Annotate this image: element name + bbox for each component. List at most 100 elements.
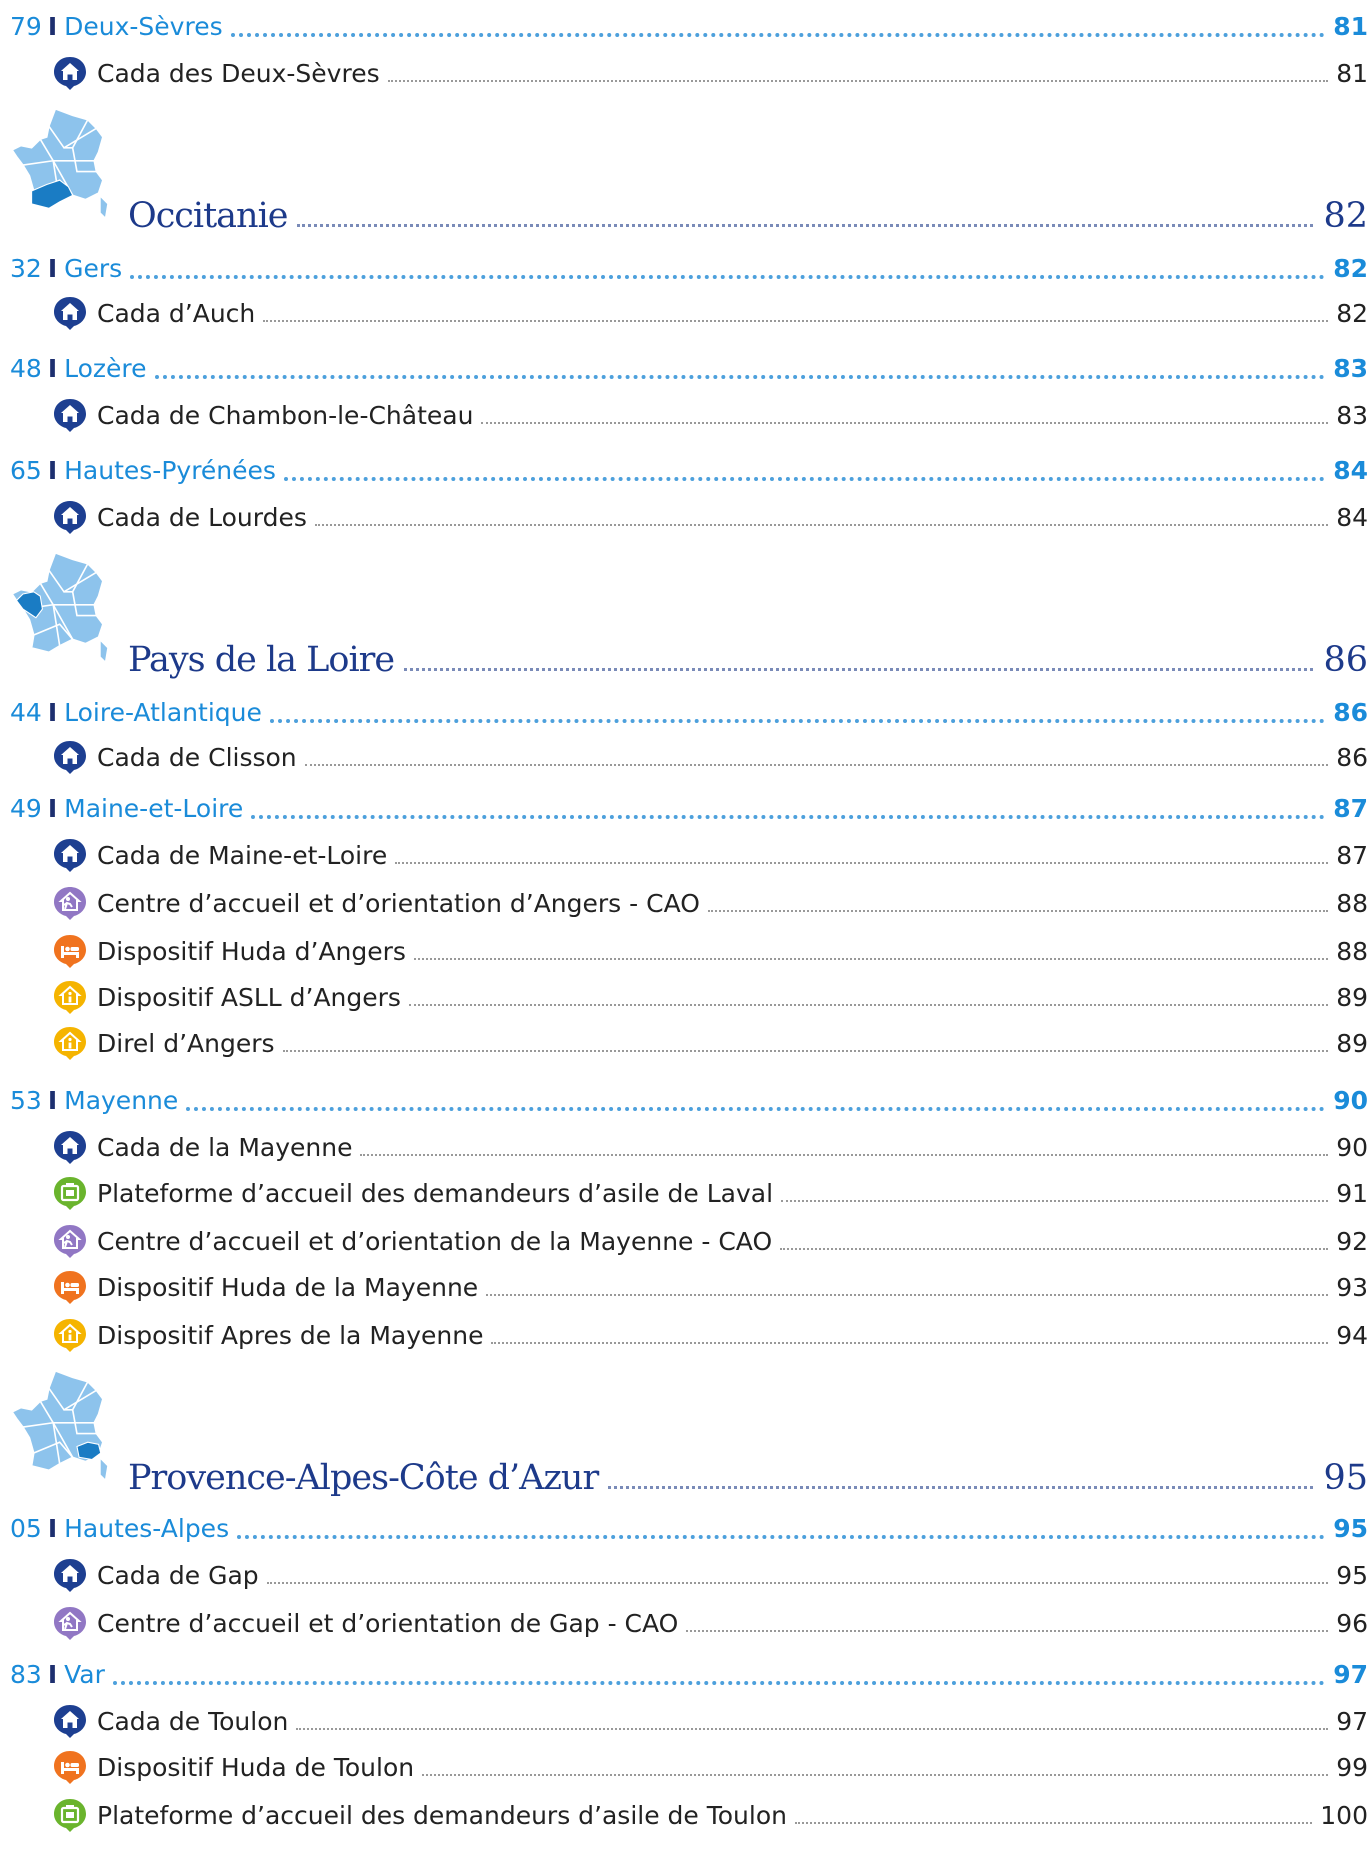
house-pin-icon — [54, 501, 86, 534]
region-name: Provence-Alpes-Côte d’Azur — [128, 1458, 599, 1498]
separator: I — [47, 1659, 58, 1689]
dot-leader — [296, 1728, 1329, 1730]
toc-entry[interactable]: Dispositif ASLL d’Angers 89 — [52, 976, 1368, 1018]
page-number: 94 — [1336, 1320, 1368, 1350]
department-code: 49 — [10, 793, 42, 823]
toc-entry[interactable]: Centre d’accueil et d’orientation d’Ange… — [52, 882, 1368, 924]
info-house-pin-icon — [54, 1319, 86, 1352]
region-header[interactable]: Pays de la Loire 86 — [10, 548, 1368, 680]
page-number: 91 — [1336, 1178, 1368, 1208]
department-code: 83 — [10, 1659, 42, 1689]
region-title-line: Occitanie 82 — [128, 196, 1368, 236]
toc-entry[interactable]: Plateforme d’accueil des demandeurs d’as… — [52, 1172, 1368, 1214]
entry-title: Centre d’accueil et d’orientation de Gap… — [97, 1608, 679, 1638]
department-row[interactable]: 49 I Maine-et-Loire 87 — [10, 786, 1368, 830]
department-row[interactable]: 65 I Hautes-Pyrénées 84 — [10, 448, 1368, 492]
toc-entry[interactable]: Dispositif Huda de la Mayenne 93 — [52, 1266, 1368, 1308]
department-label: 44 I Loire-Atlantique — [10, 698, 262, 727]
separator: I — [47, 11, 58, 41]
page-number: 93 — [1336, 1272, 1368, 1302]
page-number: 100 — [1320, 1800, 1368, 1830]
department-row[interactable]: 53 I Mayenne 90 — [10, 1078, 1368, 1122]
region-name: Pays de la Loire — [128, 640, 395, 680]
toc-entry[interactable]: Direl d’Angers 89 — [52, 1022, 1368, 1064]
dot-leader — [387, 80, 1329, 82]
department-label: 65 I Hautes-Pyrénées — [10, 456, 276, 485]
department-name: Loire-Atlantique — [64, 697, 262, 727]
dot-leader — [112, 1681, 1326, 1685]
department-label: 48 I Lozère — [10, 354, 147, 383]
department-code: 05 — [10, 1513, 42, 1543]
department-row[interactable]: 83 I Var 97 — [10, 1652, 1368, 1696]
toc-entry[interactable]: Cada de la Mayenne 90 — [52, 1126, 1368, 1168]
entry-title: Dispositif Huda de Toulon — [97, 1752, 415, 1782]
department-row[interactable]: 44 I Loire-Atlantique 86 — [10, 690, 1368, 734]
toc-entry[interactable]: Dispositif Apres de la Mayenne 94 — [52, 1314, 1368, 1356]
department-row[interactable]: 79 I Deux-Sèvres 81 — [10, 4, 1368, 48]
dot-leader — [251, 815, 1326, 819]
department-code: 48 — [10, 353, 42, 383]
dot-leader — [408, 1004, 1329, 1006]
toc-entry[interactable]: Plateforme d’accueil des demandeurs d’as… — [52, 1794, 1368, 1836]
page-number: 81 — [1336, 58, 1368, 88]
department-row[interactable]: 05 I Hautes-Alpes 95 — [10, 1506, 1368, 1550]
dot-leader — [282, 1050, 1329, 1052]
department-code: 32 — [10, 253, 42, 283]
page-number: 95 — [1323, 1458, 1368, 1498]
department-name: Hautes-Alpes — [64, 1513, 230, 1543]
toc-entry[interactable]: Cada de Maine-et-Loire 87 — [52, 834, 1368, 876]
toc-entry[interactable]: Cada de Gap 95 — [52, 1554, 1368, 1596]
department-name: Lozère — [64, 353, 147, 383]
department-label: 32 I Gers — [10, 254, 122, 283]
dot-leader — [314, 524, 1329, 526]
department-code: 53 — [10, 1085, 42, 1115]
dot-leader — [481, 422, 1329, 424]
region-header[interactable]: Provence-Alpes-Côte d’Azur 95 — [10, 1366, 1368, 1498]
department-row[interactable]: 48 I Lozère 83 — [10, 346, 1368, 390]
region-title-line: Provence-Alpes-Côte d’Azur 95 — [128, 1458, 1368, 1498]
department-label: 79 I Deux-Sèvres — [10, 12, 223, 41]
page-number: 84 — [1333, 455, 1368, 485]
house-pin-icon — [54, 741, 86, 774]
house-pin-icon — [54, 1559, 86, 1592]
department-code: 79 — [10, 11, 42, 41]
dot-leader — [266, 1582, 1329, 1584]
dot-leader — [269, 719, 1326, 723]
entry-title: Cada de Lourdes — [97, 502, 307, 532]
toc-entry[interactable]: Dispositif Huda de Toulon 99 — [52, 1746, 1368, 1788]
region-title-line: Pays de la Loire 86 — [128, 640, 1368, 680]
dot-leader — [422, 1774, 1329, 1776]
dot-leader — [608, 1486, 1314, 1489]
toc-entry[interactable]: Cada de Toulon 97 — [52, 1700, 1368, 1742]
person-house-pin-icon — [54, 1607, 86, 1640]
toc-entry[interactable]: Centre d’accueil et d’orientation de Gap… — [52, 1602, 1368, 1644]
department-code: 65 — [10, 455, 42, 485]
document-pin-icon — [54, 1799, 86, 1832]
page-number: 86 — [1336, 742, 1368, 772]
entry-title: Cada de Clisson — [97, 742, 297, 772]
toc-entry[interactable]: Centre d’accueil et d’orientation de la … — [52, 1220, 1368, 1262]
info-house-pin-icon — [54, 981, 86, 1014]
france-map-icon — [10, 107, 108, 217]
dot-leader — [404, 668, 1314, 671]
department-label: 83 I Var — [10, 1660, 105, 1689]
toc-entry[interactable]: Cada d’Auch 82 — [52, 292, 1368, 334]
toc-entry[interactable]: Cada de Clisson 86 — [52, 736, 1368, 778]
dot-leader — [486, 1294, 1329, 1296]
department-name: Maine-et-Loire — [64, 793, 244, 823]
toc-entry[interactable]: Cada de Lourdes 84 — [52, 496, 1368, 538]
entry-title: Centre d’accueil et d’orientation d’Ange… — [97, 888, 700, 918]
page-number: 96 — [1336, 1608, 1368, 1638]
page-number: 86 — [1323, 640, 1368, 680]
toc-entry[interactable]: Dispositif Huda d’Angers 88 — [52, 930, 1368, 972]
page-number: 97 — [1336, 1706, 1368, 1736]
dot-leader — [795, 1822, 1313, 1824]
person-house-pin-icon — [54, 1225, 86, 1258]
dot-leader — [395, 862, 1329, 864]
page-number: 83 — [1336, 400, 1368, 430]
toc-entry[interactable]: Cada de Chambon-le-Château 83 — [52, 394, 1368, 436]
department-name: Var — [64, 1659, 105, 1689]
toc-entry[interactable]: Cada des Deux-Sèvres 81 — [52, 52, 1368, 94]
department-row[interactable]: 32 I Gers 82 — [10, 246, 1368, 290]
region-header[interactable]: Occitanie 82 — [10, 104, 1368, 236]
